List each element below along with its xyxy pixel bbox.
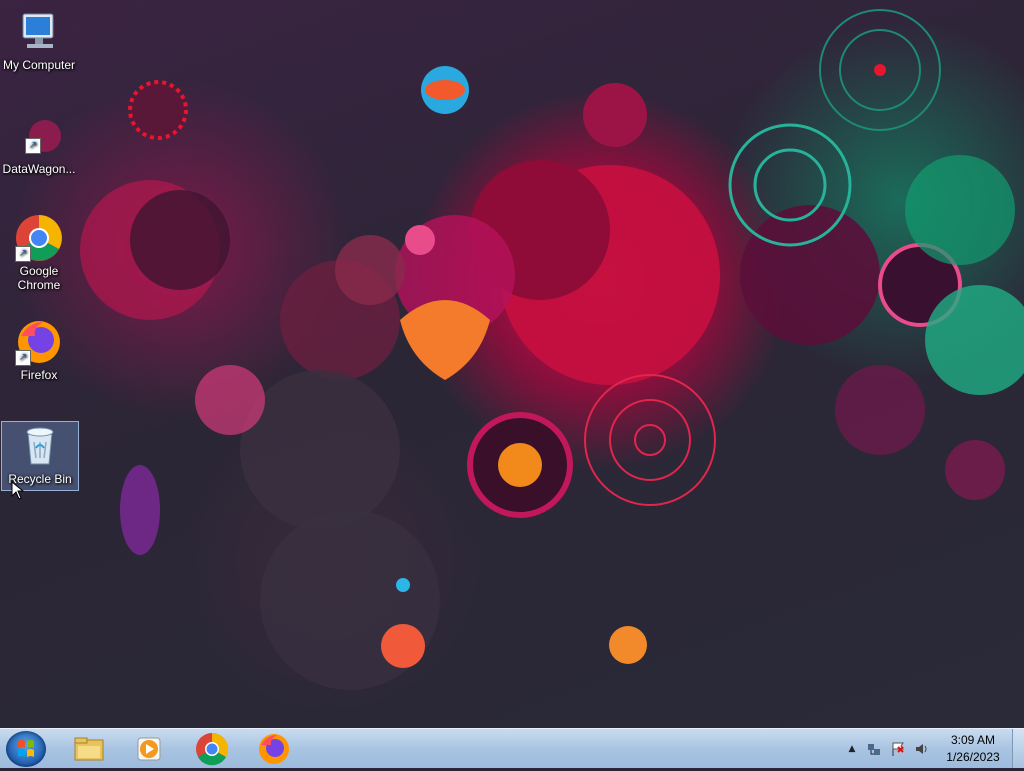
- chrome-icon: ↗: [15, 214, 63, 262]
- mouse-cursor-icon: [11, 481, 25, 500]
- clock-time: 3:09 AM: [950, 733, 996, 747]
- desktop-icon-label: My Computer: [2, 58, 76, 72]
- clock-date: 1/26/2023: [946, 750, 1000, 764]
- windows-logo-icon: [18, 740, 34, 757]
- datawagon-icon: ↗: [15, 112, 63, 160]
- firefox-icon: ↗: [15, 318, 63, 366]
- desktop-icon-label: DataWagon...: [2, 162, 76, 176]
- network-icon[interactable]: [866, 741, 882, 757]
- chrome-icon: [196, 732, 229, 766]
- taskbar-windows-explorer[interactable]: [62, 731, 116, 767]
- desktop-icon-my-computer[interactable]: My Computer: [1, 8, 77, 72]
- taskbar-windows-media-player[interactable]: [122, 731, 176, 767]
- taskbar: ▲ 3:09 AM 1/26/2023: [0, 728, 1024, 768]
- shortcut-arrow-icon: ↗: [15, 246, 31, 262]
- action-center-flag-icon[interactable]: [890, 741, 906, 757]
- recycle-bin-icon: [16, 422, 64, 470]
- taskbar-google-chrome[interactable]: [185, 731, 239, 767]
- wallpaper-art: [80, 9, 1024, 690]
- folder-icon: [74, 737, 104, 761]
- media-player-icon: [137, 737, 161, 761]
- start-button[interactable]: [6, 731, 46, 767]
- desktop-wallpaper: [0, 0, 1024, 728]
- taskbar-firefox[interactable]: [247, 731, 301, 767]
- desktop-icon-label: Google Chrome: [17, 264, 61, 292]
- clock[interactable]: 3:09 AM 1/26/2023: [938, 732, 1008, 766]
- shortcut-arrow-icon: ↗: [15, 350, 31, 366]
- desktop-icon-firefox[interactable]: ↗ Firefox: [1, 318, 77, 382]
- firefox-icon: [259, 734, 289, 764]
- volume-icon[interactable]: [914, 741, 930, 757]
- desktop-icon-datawagon[interactable]: ↗ DataWagon...: [1, 112, 77, 176]
- computer-icon: [15, 8, 63, 56]
- shortcut-arrow-icon: ↗: [25, 138, 41, 154]
- show-hidden-icons-button[interactable]: ▲: [844, 741, 860, 757]
- show-desktop-button[interactable]: [1012, 729, 1024, 768]
- desktop-icon-google-chrome[interactable]: ↗ Google Chrome: [1, 214, 77, 292]
- desktop-icon-label: Firefox: [20, 368, 58, 382]
